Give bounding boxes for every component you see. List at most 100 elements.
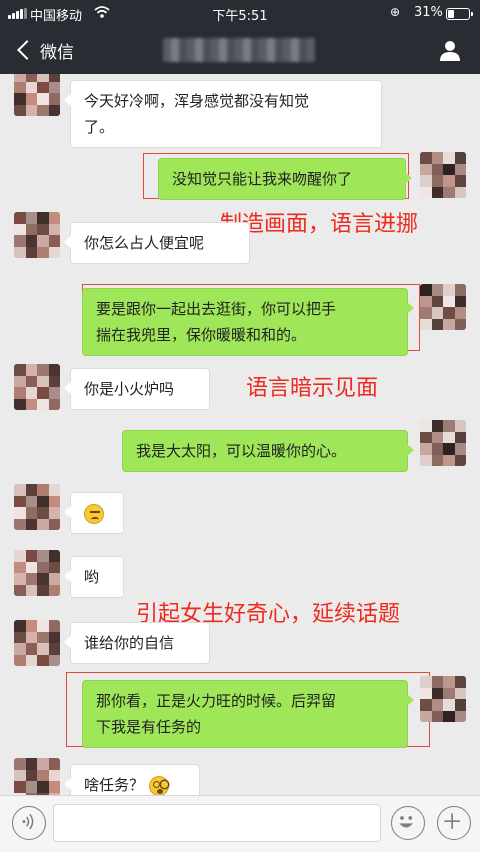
avatar-pixel bbox=[14, 375, 26, 387]
avatar-pixel bbox=[37, 212, 49, 224]
contact-avatar[interactable] bbox=[14, 758, 60, 795]
contact-avatar[interactable] bbox=[14, 364, 60, 410]
contact-name-blurred bbox=[163, 38, 315, 62]
battery-icon bbox=[446, 8, 473, 20]
avatar-pixel bbox=[37, 398, 49, 410]
contact-avatar[interactable] bbox=[14, 212, 60, 258]
contact-avatar[interactable] bbox=[14, 550, 60, 596]
avatar-pixel bbox=[420, 175, 432, 187]
avatar-pixel bbox=[420, 454, 432, 466]
avatar-pixel bbox=[431, 186, 443, 198]
avatar-pixel bbox=[48, 387, 60, 399]
outgoing-message[interactable]: 要是跟你一起出去逛街，你可以把手 揣在我兜里，保你暖暖和和的。 bbox=[82, 288, 414, 356]
avatar-pixel bbox=[454, 699, 466, 711]
incoming-message[interactable]: 谁给你的自信 bbox=[64, 622, 210, 664]
avatar-pixel bbox=[25, 620, 37, 632]
avatar-pixel bbox=[443, 710, 455, 722]
avatar-pixel bbox=[420, 295, 432, 307]
incoming-message[interactable]: 哟 bbox=[64, 556, 124, 598]
outgoing-message[interactable]: 我是大太阳，可以温暖你的心。 bbox=[122, 430, 414, 472]
my-avatar[interactable] bbox=[420, 284, 466, 330]
avatar-pixel bbox=[37, 81, 49, 93]
avatar-pixel bbox=[14, 643, 26, 655]
avatar-pixel bbox=[420, 676, 432, 688]
avatar-pixel bbox=[454, 420, 466, 432]
incoming-message[interactable] bbox=[64, 492, 124, 534]
avatar-pixel bbox=[431, 284, 443, 296]
more-button[interactable] bbox=[437, 806, 471, 840]
voice-icon bbox=[22, 813, 34, 830]
avatar-pixel bbox=[443, 307, 455, 319]
avatar-pixel bbox=[14, 584, 26, 596]
avatar-pixel bbox=[25, 104, 37, 116]
avatar-pixel bbox=[37, 235, 49, 247]
avatar-pixel bbox=[25, 235, 37, 247]
avatar-pixel bbox=[14, 81, 26, 93]
message-text: 啥任务？ bbox=[84, 776, 145, 794]
outgoing-message[interactable]: 那你看，正是火力旺的时候。后羿留 下我是有任务的 bbox=[82, 680, 414, 748]
message-input[interactable] bbox=[53, 804, 381, 842]
avatar-pixel bbox=[25, 212, 37, 224]
avatar-pixel bbox=[48, 620, 60, 632]
incoming-message[interactable]: 你是小火炉吗 bbox=[64, 368, 210, 410]
avatar-pixel bbox=[48, 81, 60, 93]
my-avatar[interactable] bbox=[420, 152, 466, 198]
message-list[interactable]: 今天好冷啊，浑身感觉都没有知觉 了。 没知觉只能让我来吻醒你了 制造画面，语言进… bbox=[0, 74, 480, 795]
contact-avatar[interactable] bbox=[14, 620, 60, 666]
avatar-pixel bbox=[48, 631, 60, 643]
avatar-pixel bbox=[14, 654, 26, 666]
avatar-pixel bbox=[14, 620, 26, 632]
avatar-pixel bbox=[37, 584, 49, 596]
avatar-pixel bbox=[48, 246, 60, 258]
avatar-pixel bbox=[420, 710, 432, 722]
avatar-pixel bbox=[25, 81, 37, 93]
avatar-pixel bbox=[431, 687, 443, 699]
avatar-pixel bbox=[37, 758, 49, 770]
avatar-pixel bbox=[431, 318, 443, 330]
avatar-pixel bbox=[420, 307, 432, 319]
message-line: 你是小火炉吗 bbox=[84, 380, 175, 398]
avatar-pixel bbox=[431, 443, 443, 455]
incoming-message[interactable]: 啥任务？ bbox=[64, 764, 200, 795]
message-line: 了。 bbox=[84, 118, 115, 136]
avatar-pixel bbox=[25, 398, 37, 410]
voice-button[interactable] bbox=[12, 806, 46, 840]
plus-icon bbox=[444, 813, 460, 829]
emoji-button[interactable] bbox=[391, 806, 425, 840]
avatar-pixel bbox=[420, 431, 432, 443]
avatar-pixel bbox=[443, 420, 455, 432]
incoming-message[interactable]: 今天好冷啊，浑身感觉都没有知觉 了。 bbox=[64, 80, 382, 148]
back-button[interactable]: 微信 bbox=[14, 38, 74, 63]
message-line: 要是跟你一起出去逛街，你可以把手 bbox=[96, 300, 337, 318]
avatar-pixel bbox=[25, 223, 37, 235]
avatar-pixel bbox=[454, 284, 466, 296]
my-avatar[interactable] bbox=[420, 420, 466, 466]
avatar-pixel bbox=[25, 781, 37, 793]
rotation-lock-icon: ⊕ bbox=[390, 5, 401, 19]
chevron-left-icon bbox=[17, 40, 37, 60]
avatar-pixel bbox=[37, 550, 49, 562]
avatar-pixel bbox=[25, 484, 37, 496]
contact-avatar[interactable] bbox=[14, 74, 60, 116]
avatar-pixel bbox=[454, 454, 466, 466]
avatar-pixel bbox=[14, 235, 26, 247]
contact-profile-icon[interactable] bbox=[438, 38, 462, 62]
avatar-pixel bbox=[443, 152, 455, 164]
message-line: 那你看，正是火力旺的时候。后羿留 bbox=[96, 692, 337, 710]
avatar-pixel bbox=[420, 699, 432, 711]
avatar-pixel bbox=[14, 212, 26, 224]
avatar-pixel bbox=[443, 687, 455, 699]
outgoing-message[interactable]: 没知觉只能让我来吻醒你了 bbox=[158, 158, 412, 200]
my-avatar[interactable] bbox=[420, 676, 466, 722]
contact-avatar[interactable] bbox=[14, 484, 60, 530]
avatar-pixel bbox=[48, 518, 60, 530]
avatar-pixel bbox=[443, 175, 455, 187]
avatar-pixel bbox=[14, 550, 26, 562]
avatar-pixel bbox=[37, 246, 49, 258]
avatar-pixel bbox=[48, 104, 60, 116]
avatar-pixel bbox=[454, 710, 466, 722]
avatar-pixel bbox=[454, 175, 466, 187]
incoming-message[interactable]: 你怎么占人便宜呢 bbox=[64, 222, 250, 264]
avatar-pixel bbox=[431, 431, 443, 443]
avatar-pixel bbox=[420, 443, 432, 455]
